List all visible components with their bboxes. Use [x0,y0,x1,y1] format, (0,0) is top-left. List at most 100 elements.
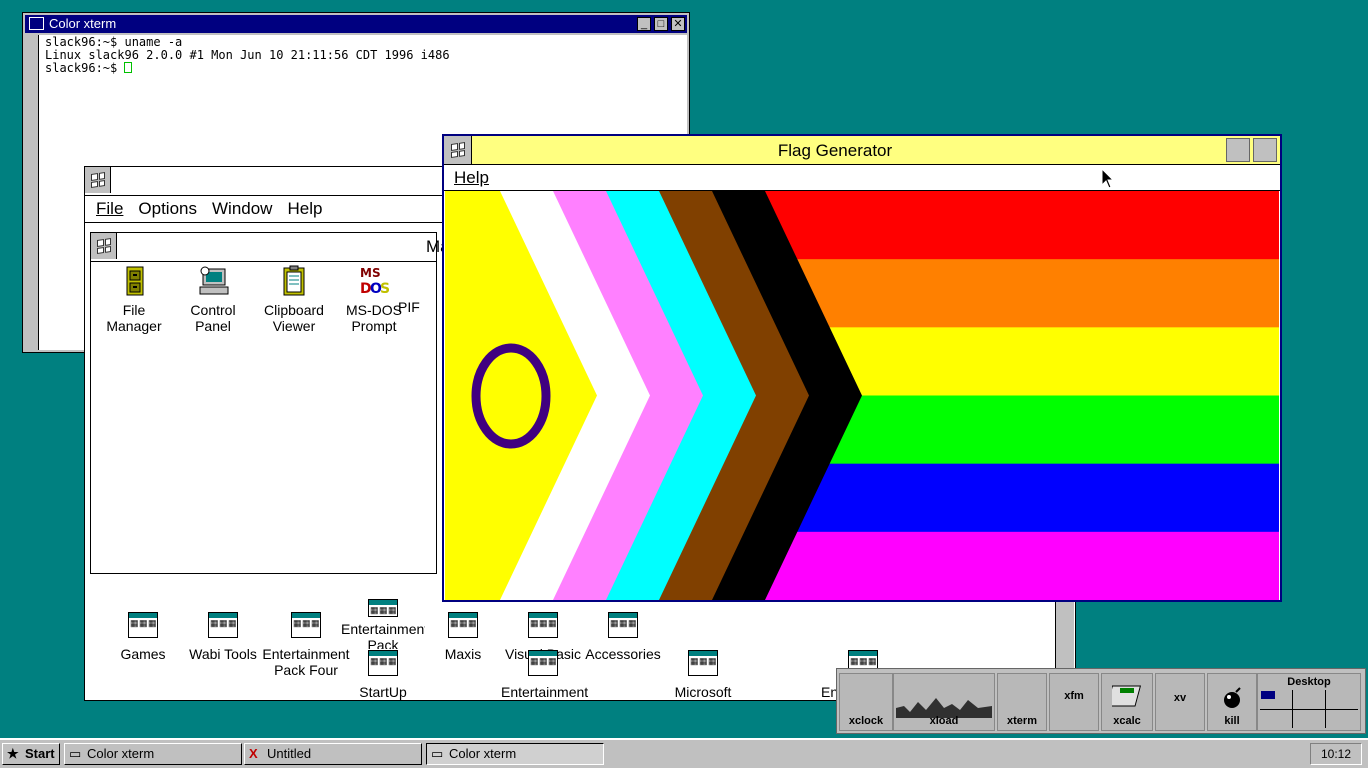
dock-label: xterm [1007,715,1037,727]
load-graph-icon [896,698,992,718]
group-label: Games [120,646,166,662]
icon-label: Manager [106,318,162,334]
pager-cell-6[interactable] [1326,709,1358,728]
maximize-button[interactable] [1253,138,1277,162]
pager-cell-5[interactable] [1293,709,1325,728]
icon-label: File [122,302,146,318]
xfm-launcher[interactable]: xfm [1049,673,1099,731]
program-group-icon [608,612,638,638]
kill-launcher[interactable]: kill [1207,673,1257,731]
start-button[interactable]: ★ Start [2,743,60,765]
program-group-icon [208,612,238,638]
maximize-button[interactable]: □ [654,17,668,31]
system-menu-button[interactable] [85,167,111,193]
task-color-xterm-1[interactable]: ▭ Color xterm [64,743,242,765]
flag-titlebar[interactable]: Flag Generator [444,136,1280,165]
icon-dock: xclock xload xterm xfm xcalc xv kill Des… [836,668,1366,734]
program-group-icon [448,612,478,638]
xterm-launcher[interactable]: xterm [997,673,1047,731]
control-panel-icon[interactable]: Control Panel [173,265,253,334]
close-button[interactable]: ✕ [671,17,685,31]
group-label: Entertainment [501,684,589,700]
flag-generator-window[interactable]: Flag Generator Help [442,134,1282,602]
task-untitled[interactable]: X Untitled [244,743,422,765]
icon-label: Panel [195,318,231,334]
icon-label: Clipboard [264,302,324,318]
program-group-icon [528,650,558,676]
clipboard-icon [283,265,305,296]
dock-label: kill [1224,715,1240,727]
program-group-icon [368,599,398,617]
pager-cell-2[interactable] [1293,690,1325,709]
pager-label: Desktop [1287,676,1331,688]
group-icon-entertainment[interactable]: Entertainment [501,650,589,700]
terminal-output: slack96:~$ uname -a Linux slack96 2.0.0 … [45,36,450,75]
group-label: Maxis [444,646,482,662]
menu-options[interactable]: Options [138,199,197,218]
flag-title: Flag Generator [777,141,893,160]
pager-grid[interactable] [1260,690,1358,728]
scrollbar[interactable] [25,35,39,350]
desktop-pager[interactable]: Desktop [1257,673,1361,731]
minimize-button[interactable]: _ [637,17,651,31]
bomb-icon [1224,687,1241,708]
file-manager-icon[interactable]: File Manager [94,265,174,334]
pager-cell-1[interactable] [1260,690,1292,709]
dock-label: xcalc [1113,715,1141,727]
dock-label: xv [1173,692,1187,704]
xcalc-launcher[interactable]: xcalc [1101,673,1153,731]
group-icon-entertainment-pack-four[interactable]: Entertainment Pack Four [261,612,351,678]
program-group-icon [688,650,718,676]
icon-label: Control [190,302,236,318]
group-label: StartUp [359,684,407,700]
xclock-launcher[interactable]: xclock [839,673,893,731]
terminal-line-2: Linux slack96 2.0.0 #1 Mon Jun 10 21:11:… [45,48,450,62]
terminal-prompt: slack96:~$ [45,61,125,75]
group-icon-accessories[interactable]: Accessories [581,612,665,662]
icon-label: PIF [398,299,420,315]
program-group-icon [368,650,398,676]
group-icon-maxis[interactable]: Maxis [421,612,505,662]
taskbar: ★ Start ▭ Color xterm X Untitled ▭ Color xte… [0,738,1368,768]
icon-label: Prompt [351,318,397,334]
terminal-icon [29,17,44,30]
task-label: Color xterm [87,746,155,761]
xv-launcher[interactable]: xv [1155,673,1205,731]
dock-label: xload [929,715,959,727]
menu-file[interactable]: File [96,199,123,218]
pager-cell-3[interactable] [1326,690,1358,709]
group-icon-microsoft[interactable]: Microsoft [661,650,745,700]
main-group-titlebar[interactable]: Ma [91,233,450,262]
group-label: Entertainment Pack [341,621,425,649]
clipboard-viewer-icon[interactable]: Clipboard Viewer [254,265,334,334]
windows-logo-icon [90,172,105,188]
group-icon-wabi-tools[interactable]: Wabi Tools [181,612,265,662]
clock: 10:12 [1310,743,1362,765]
star-icon: ★ [7,746,19,761]
pager-cell-4[interactable] [1260,709,1292,728]
xload-launcher[interactable]: xload [893,673,995,731]
text-cursor [124,62,133,73]
main-group-window[interactable]: Ma File Manager Control Panel Clipboard … [90,232,450,574]
program-group-icon [528,612,558,638]
window-icon: ▭ [69,746,82,761]
menu-help[interactable]: Help [287,199,322,218]
task-label: Untitled [267,746,312,761]
menu-window[interactable]: Window [212,199,272,218]
group-icon-startup[interactable]: StartUp [341,650,425,700]
group-system-menu-button[interactable] [91,233,117,259]
xterm-title: Color xterm [49,16,117,31]
group-icon-entertainment-pack[interactable]: Entertainment Pack [341,599,425,649]
program-group-icon [128,612,158,638]
pif-editor-icon[interactable]: PIF [398,265,438,315]
file-cabinet-icon [126,266,144,296]
ms-dos-logo-icon: MSDOS [360,266,390,297]
group-label: Microsoft [674,684,732,700]
xterm-titlebar[interactable]: Color xterm _ □ ✕ [25,15,687,33]
pif-icon [418,265,434,297]
calculator-icon [1112,685,1142,707]
menu-help[interactable]: Help [454,168,489,187]
minimize-button[interactable] [1226,138,1250,162]
task-color-xterm-2[interactable]: ▭ Color xterm [426,743,604,765]
group-icon-games[interactable]: Games [101,612,185,662]
